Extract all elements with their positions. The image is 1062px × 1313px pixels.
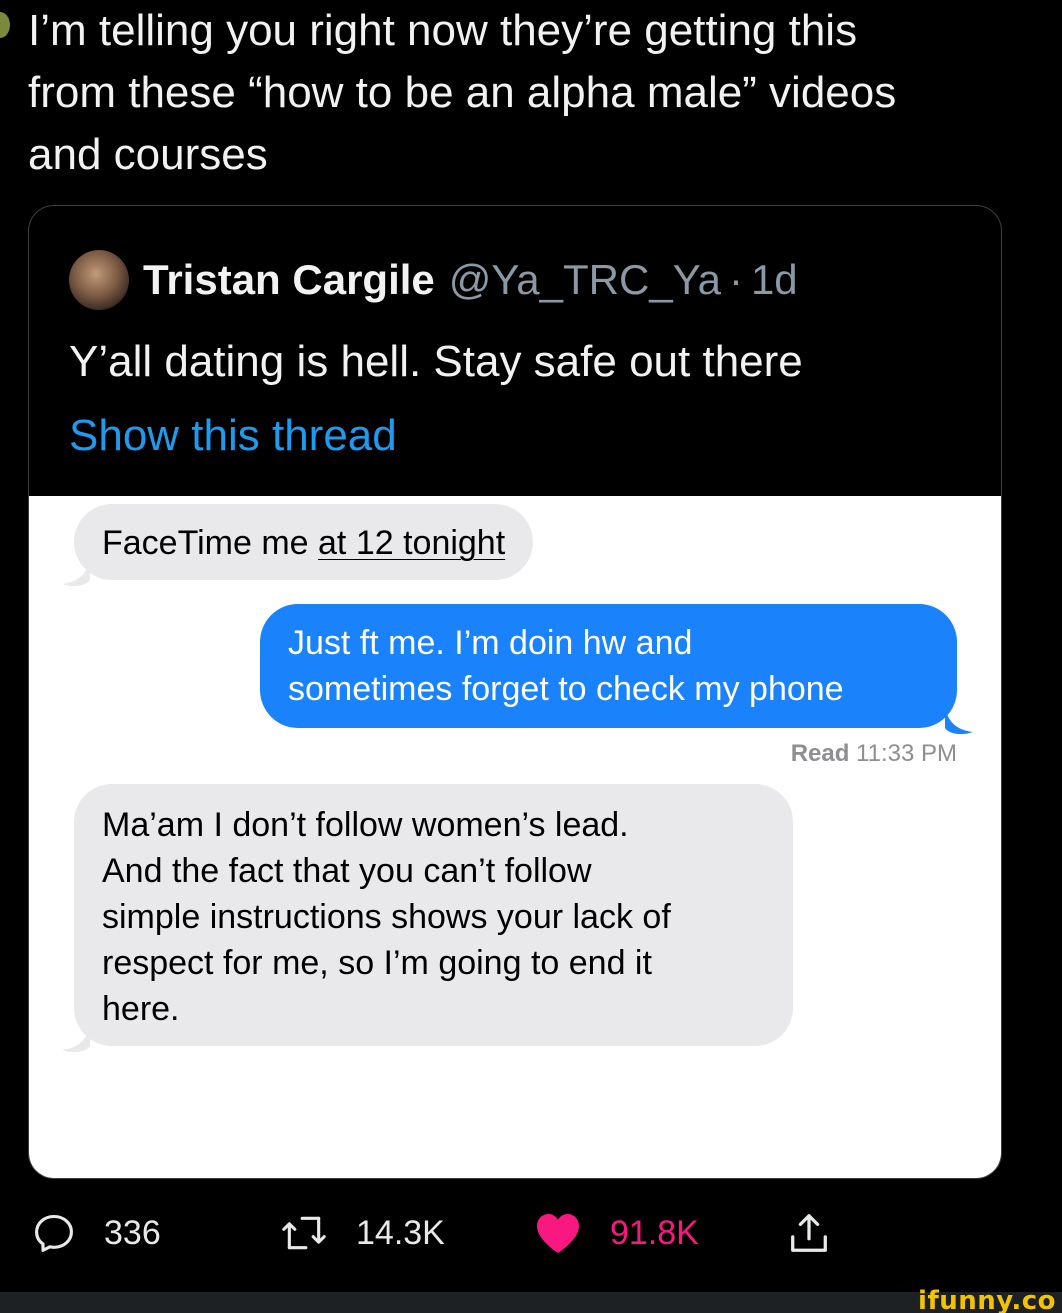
retweet-button[interactable]: 14.3K <box>280 1198 445 1268</box>
chat-screenshot-image[interactable]: FaceTime me at 12 tonight Just ft me. I’… <box>29 496 1001 1178</box>
show-thread-link[interactable]: Show this thread <box>69 408 397 464</box>
quoted-tweet-text: Y’all dating is hell. Stay safe out ther… <box>69 337 803 386</box>
time-link[interactable]: at 12 tonight <box>318 524 505 562</box>
share-icon <box>791 1214 827 1252</box>
read-time: 11:33 PM <box>856 740 957 767</box>
received-message-bubble: FaceTime me at 12 tonight <box>74 504 534 580</box>
received-message-bubble: Ma’am I don’t follow women’s lead. And t… <box>74 784 793 1046</box>
author-avatar[interactable] <box>0 12 10 38</box>
quoted-author-avatar[interactable] <box>69 250 129 310</box>
reply-count: 336 <box>104 1213 161 1252</box>
watermark-bar <box>0 1292 1062 1313</box>
quoted-author-handle[interactable]: @Ya_TRC_Ya <box>449 256 721 304</box>
ifunny-watermark: ifunny.co <box>918 1286 1056 1313</box>
quoted-tweet-age[interactable]: 1d <box>751 256 798 304</box>
quoted-tweet-header: Tristan Cargile @Ya_TRC_Ya · 1d <box>69 248 798 312</box>
read-label: Read <box>790 740 850 767</box>
reply-icon <box>35 1214 73 1252</box>
like-button[interactable]: 91.8K <box>534 1198 699 1268</box>
separator-dot: · <box>728 256 743 303</box>
read-receipt: Read 11:33 PM <box>791 740 957 768</box>
heart-icon <box>537 1214 579 1253</box>
tweet-text: I’m telling you right now they’re gettin… <box>28 6 897 179</box>
like-count: 91.8K <box>610 1213 699 1252</box>
message-text: FaceTime me <box>102 524 319 562</box>
tweet-action-bar: 336 14.3K 91.8K <box>0 1198 1062 1268</box>
quoted-author-name[interactable]: Tristan Cargile <box>143 256 435 304</box>
sent-message-bubble: Just ft me. I’m doin hw and sometimes fo… <box>260 604 957 728</box>
reply-button[interactable]: 336 <box>32 1198 161 1268</box>
retweet-count: 14.3K <box>356 1213 445 1252</box>
share-button[interactable] <box>786 1198 860 1268</box>
retweet-icon <box>282 1216 326 1250</box>
quoted-tweet-card[interactable]: Tristan Cargile @Ya_TRC_Ya · 1d Y’all da… <box>28 205 1002 1179</box>
